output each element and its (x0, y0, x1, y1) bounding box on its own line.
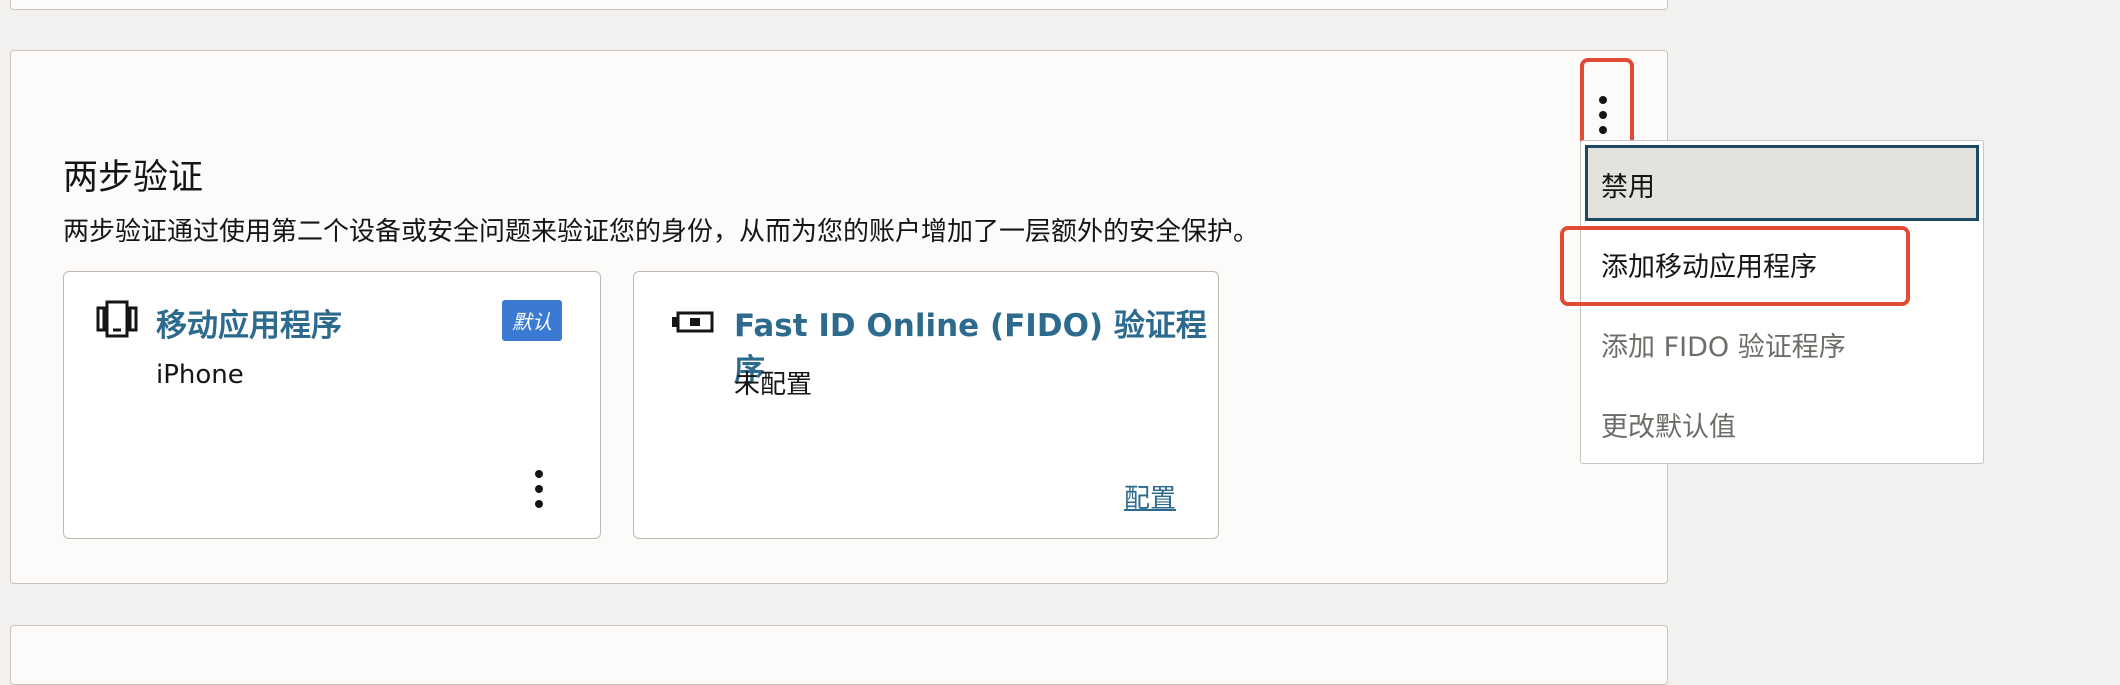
section-description: 两步验证通过使用第二个设备或安全问题来验证您的身份，从而为您的账户增加了一层额外… (63, 217, 1260, 247)
previous-section-panel (10, 0, 1668, 10)
two-step-verification-panel: 两步验证 两步验证通过使用第二个设备或安全问题来验证您的身份，从而为您的账户增加… (10, 50, 1668, 584)
menu-item-change-default: 更改默认值 (1601, 412, 1736, 443)
mobile-app-icon (96, 300, 138, 344)
actions-highlight (1580, 58, 1634, 148)
mobile-app-more-icon[interactable] (534, 470, 544, 515)
configure-link[interactable]: 配置 (1124, 478, 1176, 515)
menu-item-add-fido: 添加 FIDO 验证程序 (1601, 332, 1846, 363)
section-title: 两步验证 (63, 158, 204, 198)
default-badge: 默认 (502, 300, 562, 341)
menu-item-disable[interactable]: 禁用 (1601, 165, 1655, 204)
fido-status: 未配置 (734, 370, 813, 400)
fido-card[interactable]: Fast ID Online (FIDO) 验证程序 未配置 配置 (633, 271, 1219, 539)
security-key-icon (670, 310, 714, 338)
mobile-app-card[interactable]: 移动应用程序 默认 iPhone (63, 271, 601, 539)
mobile-app-title[interactable]: 移动应用程序 (156, 300, 342, 345)
mobile-app-device: iPhone (156, 360, 244, 390)
add-mobile-highlight (1560, 226, 1910, 306)
next-section-panel (10, 625, 1668, 685)
